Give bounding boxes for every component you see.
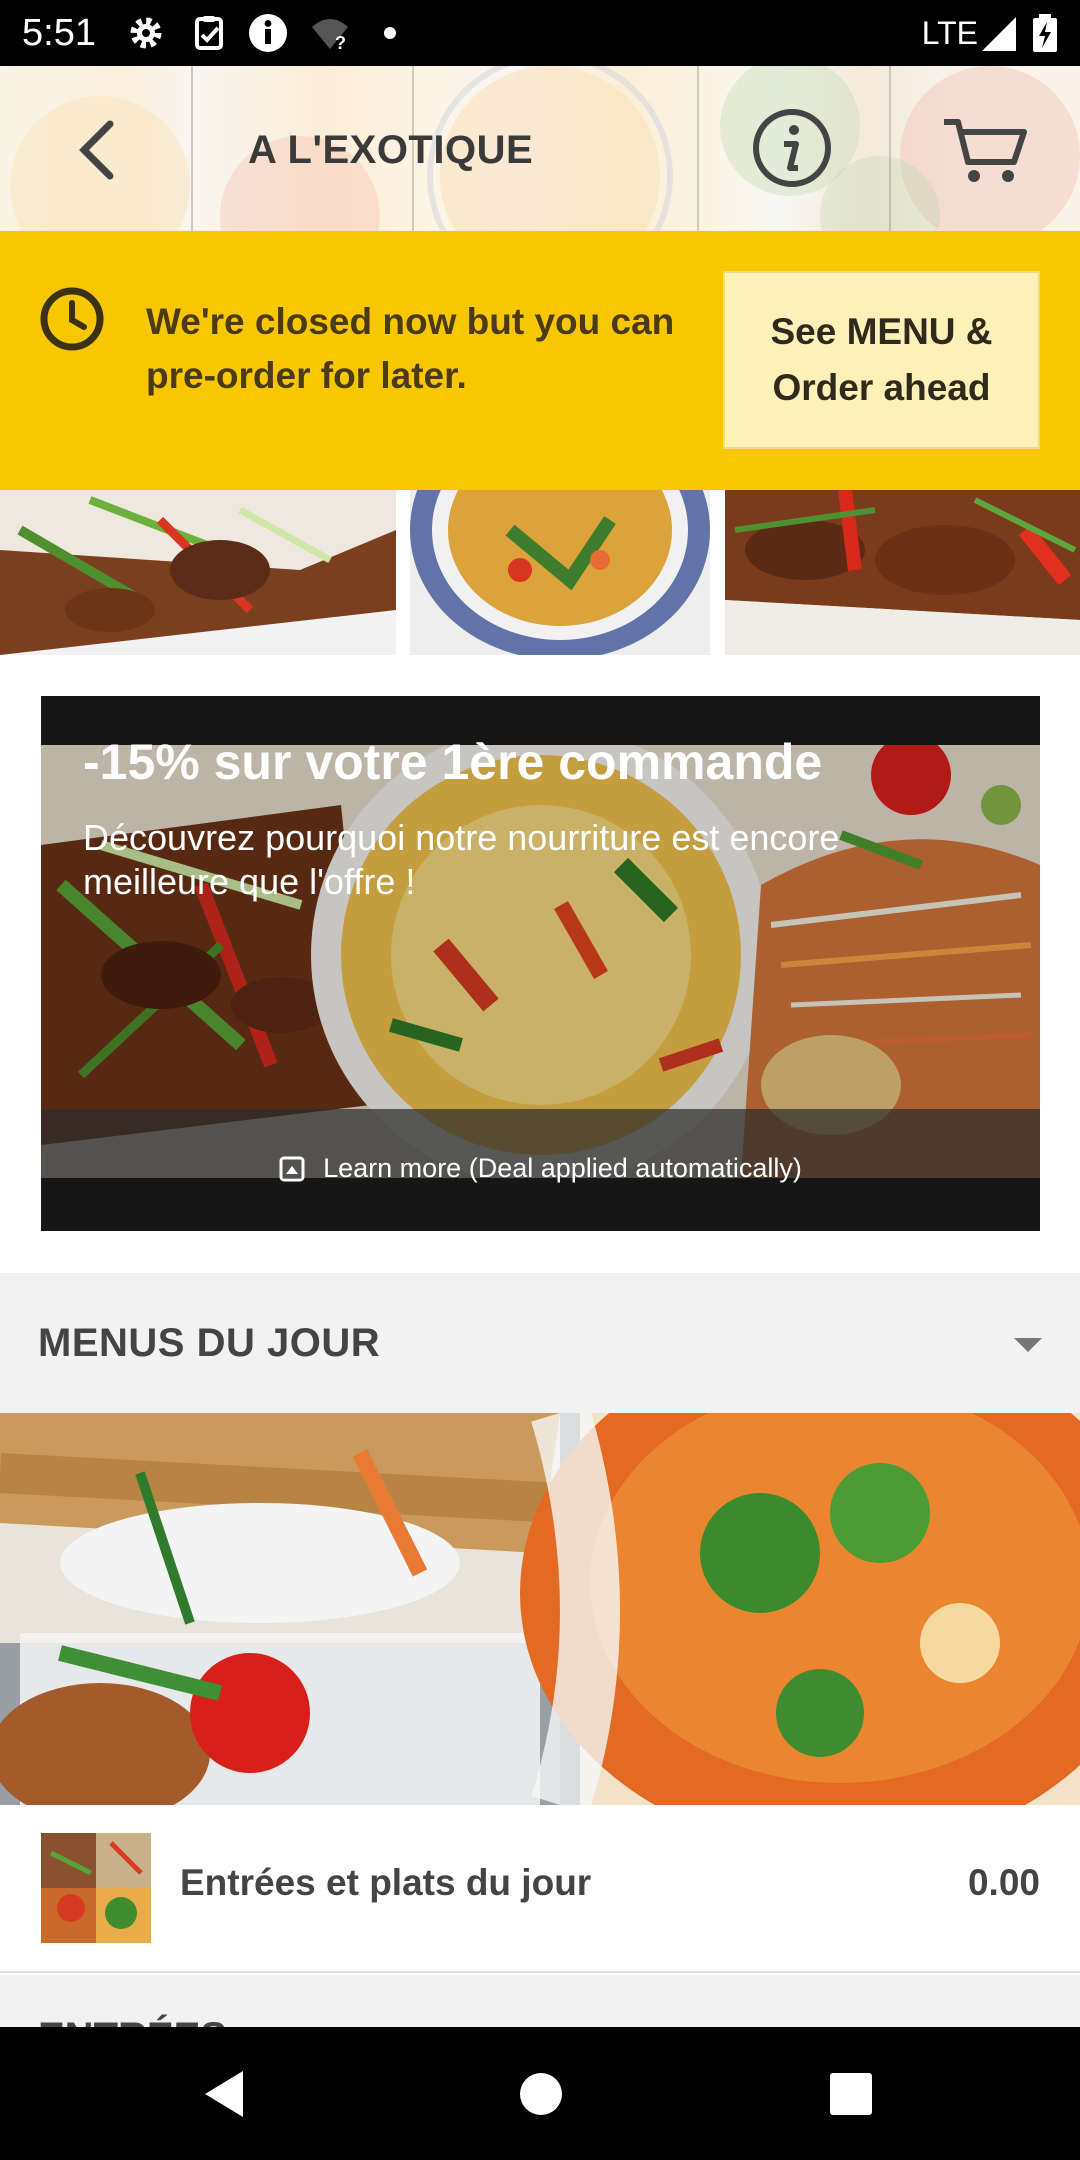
deal-title: -15% sur votre 1ère commande — [83, 734, 823, 790]
section-title: ENTRÉES — [38, 2011, 227, 2027]
deal-subtitle: Découvrez pourquoi notre nourriture est … — [83, 817, 840, 902]
see-menu-order-ahead-button[interactable]: See MENU & Order ahead — [723, 271, 1040, 449]
wifi-unknown-icon: ? — [312, 19, 348, 53]
deal-photo — [41, 745, 1040, 1178]
menu-item-price: 0.00 — [967, 1862, 1040, 1903]
food-photo — [725, 490, 1080, 655]
back-triangle-icon[interactable] — [191, 2059, 261, 2129]
menu-item-thumbnail-image — [41, 1833, 151, 1943]
closed-message: We're closed now but you can pre-order f… — [146, 301, 675, 396]
svg-text:?: ? — [335, 33, 346, 53]
signal-icon — [982, 17, 1016, 51]
home-circle-icon[interactable] — [506, 2059, 576, 2129]
food-photo — [0, 490, 396, 655]
menu-item-thumbnail — [41, 1833, 151, 1943]
header-divider — [889, 66, 891, 231]
menu-item[interactable]: Entrées et plats du jour 0.00 — [0, 1805, 1080, 1973]
restaurant-title: A L'EXOTIQUE — [248, 128, 534, 172]
expand-box-icon — [279, 1156, 305, 1182]
caret-down-icon — [1014, 1338, 1042, 1352]
recents-square-icon[interactable] — [816, 2059, 886, 2129]
status-time: 5:51 — [22, 12, 96, 54]
header-overlay — [0, 66, 1080, 231]
section-header-entrees[interactable]: ENTRÉES — [0, 1975, 1080, 2027]
food-photo — [410, 490, 710, 655]
status-bar: 5:51 ? LTE — [0, 0, 1080, 66]
info-circle-icon[interactable] — [750, 106, 834, 190]
first-order-deal-card[interactable]: -15% sur votre 1ère commande Découvrez p… — [41, 696, 1040, 1231]
closed-banner: We're closed now but you can pre-order f… — [0, 231, 1080, 490]
section-title: MENUS DU JOUR — [38, 1321, 381, 1365]
header-divider — [191, 66, 193, 231]
learn-more-link[interactable]: Learn more (Deal applied automatically) — [41, 1148, 1040, 1188]
header-divider — [697, 66, 699, 231]
battery-charging-icon — [1033, 14, 1057, 52]
settings-icon — [130, 17, 162, 49]
system-nav-bar — [0, 2027, 1080, 2160]
food-photo-strip — [0, 490, 1080, 655]
back-arrow-icon[interactable] — [60, 110, 140, 190]
clock-icon — [40, 287, 104, 351]
clipboard-check-icon — [195, 16, 223, 50]
info-icon — [249, 14, 287, 52]
app-header: A L'EXOTIQUE — [0, 66, 1080, 231]
dot-icon — [384, 27, 396, 39]
section-photo — [0, 1413, 1080, 1805]
network-type: LTE — [921, 15, 978, 51]
menus-du-jour-image — [0, 1413, 1080, 1805]
learn-more-label: Learn more (Deal applied automatically) — [323, 1153, 802, 1183]
menu-item-name: Entrées et plats du jour — [180, 1862, 592, 1903]
section-header-menus-du-jour[interactable]: MENUS DU JOUR — [0, 1273, 1080, 1413]
cart-icon[interactable] — [940, 110, 1030, 190]
